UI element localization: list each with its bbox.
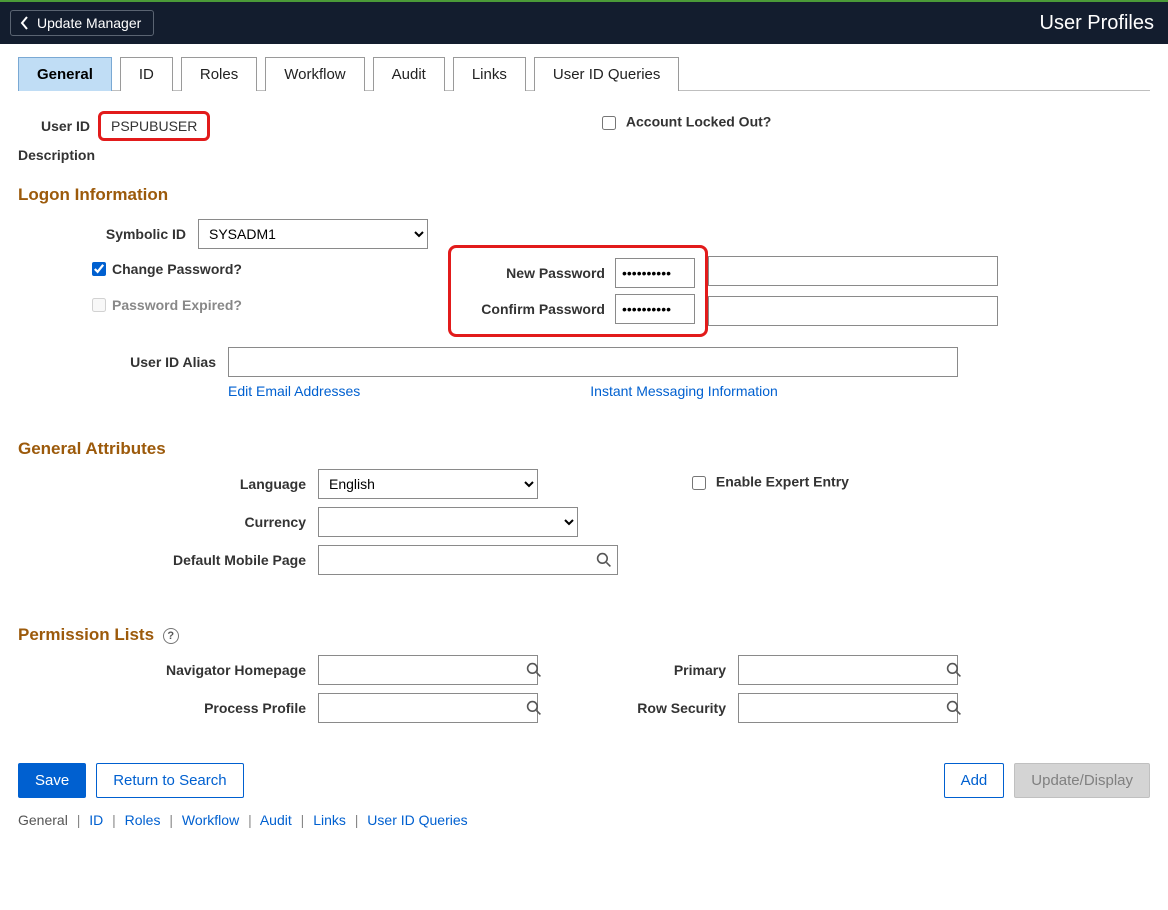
back-button-label: Update Manager [37, 15, 141, 31]
account-locked-checkbox[interactable] [602, 116, 616, 130]
tab-roles[interactable]: Roles [181, 57, 257, 91]
currency-select[interactable] [318, 507, 578, 537]
tabs-row: General ID Roles Workflow Audit Links Us… [18, 56, 1150, 91]
process-profile-label: Process Profile [18, 700, 318, 716]
save-button[interactable]: Save [18, 763, 86, 798]
new-password-label: New Password [465, 265, 615, 281]
content-area: General ID Roles Workflow Audit Links Us… [0, 44, 1168, 848]
change-password-checkbox[interactable] [92, 262, 106, 276]
bottom-link-links[interactable]: Links [313, 812, 346, 828]
primary-input[interactable] [738, 655, 958, 685]
chevron-left-icon [19, 16, 31, 30]
button-bar: Save Return to Search Add Update/Display [18, 763, 1150, 798]
return-to-search-button[interactable]: Return to Search [96, 763, 243, 798]
bottom-links: General | ID | Roles | Workflow | Audit … [18, 812, 1150, 828]
change-password-label: Change Password? [112, 261, 242, 277]
tab-links[interactable]: Links [453, 57, 526, 91]
enable-expert-label: Enable Expert Entry [716, 474, 849, 490]
account-locked-label: Account Locked Out? [626, 114, 771, 130]
confirm-password-label: Confirm Password [465, 301, 615, 317]
tab-audit[interactable]: Audit [373, 57, 445, 91]
permission-title: Permission Lists ? [18, 625, 1150, 645]
tab-id[interactable]: ID [120, 57, 173, 91]
password-expired-label: Password Expired? [112, 297, 242, 313]
password-highlight-box: New Password Confirm Password [448, 245, 708, 337]
add-button[interactable]: Add [944, 763, 1005, 798]
update-display-button: Update/Display [1014, 763, 1150, 798]
search-icon[interactable] [596, 552, 612, 568]
new-password-input[interactable] [615, 258, 695, 288]
process-profile-input[interactable] [318, 693, 538, 723]
currency-label: Currency [18, 514, 318, 530]
search-icon[interactable] [946, 662, 962, 678]
top-bar: Update Manager User Profiles [0, 0, 1168, 44]
symbolic-id-select[interactable]: SYSADM1 [198, 219, 428, 249]
new-password-input-ext[interactable] [708, 256, 998, 286]
tab-general[interactable]: General [18, 57, 112, 91]
password-expired-checkbox [92, 298, 106, 312]
bottom-link-user-id-queries[interactable]: User ID Queries [367, 812, 467, 828]
userid-label: User ID [18, 118, 98, 134]
row-security-input[interactable] [738, 693, 958, 723]
user-id-alias-label: User ID Alias [18, 354, 228, 370]
search-icon[interactable] [946, 700, 962, 716]
confirm-password-input-ext[interactable] [708, 296, 998, 326]
default-mobile-label: Default Mobile Page [18, 552, 318, 568]
language-select[interactable]: English [318, 469, 538, 499]
search-icon[interactable] [526, 700, 542, 716]
symbolic-id-label: Symbolic ID [18, 226, 198, 242]
bottom-link-workflow[interactable]: Workflow [182, 812, 239, 828]
bottom-link-general: General [18, 812, 68, 828]
bottom-link-roles[interactable]: Roles [125, 812, 161, 828]
bottom-link-audit[interactable]: Audit [260, 812, 292, 828]
im-info-link[interactable]: Instant Messaging Information [590, 383, 778, 399]
confirm-password-input[interactable] [615, 294, 695, 324]
nav-homepage-label: Navigator Homepage [18, 662, 318, 678]
back-button[interactable]: Update Manager [10, 10, 154, 36]
primary-label: Primary [608, 662, 738, 678]
tab-workflow[interactable]: Workflow [265, 57, 364, 91]
page-title: User Profiles [1040, 12, 1154, 35]
bottom-link-id[interactable]: ID [89, 812, 103, 828]
default-mobile-input[interactable] [318, 545, 618, 575]
row-security-label: Row Security [608, 700, 738, 716]
description-label: Description [18, 147, 118, 163]
general-attrs-title: General Attributes [18, 439, 1150, 459]
edit-email-link[interactable]: Edit Email Addresses [228, 383, 360, 399]
search-icon[interactable] [526, 662, 542, 678]
userid-value: PSPUBUSER [111, 118, 197, 134]
user-id-alias-input[interactable] [228, 347, 958, 377]
logon-section-title: Logon Information [18, 185, 1150, 205]
help-icon[interactable]: ? [163, 628, 179, 644]
tab-user-id-queries[interactable]: User ID Queries [534, 57, 680, 91]
nav-homepage-input[interactable] [318, 655, 538, 685]
language-label: Language [18, 476, 318, 492]
enable-expert-checkbox[interactable] [692, 476, 706, 490]
userid-value-box: PSPUBUSER [98, 111, 210, 141]
